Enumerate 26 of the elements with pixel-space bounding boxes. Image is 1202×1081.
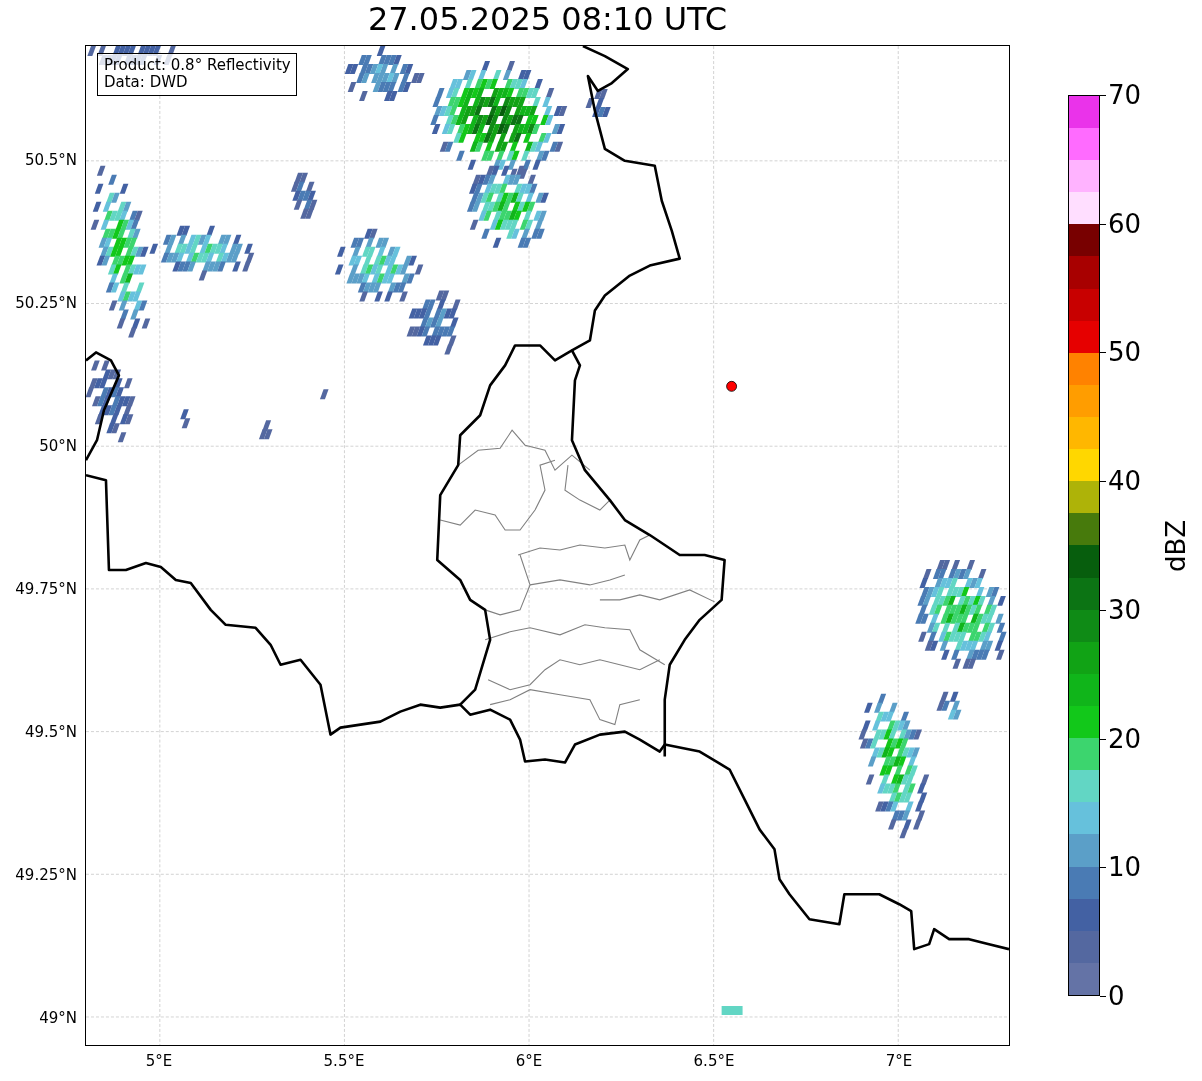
radar-site-marker xyxy=(726,380,737,392)
longitude-label: 7°E xyxy=(885,1052,913,1070)
latitude-label: 49.75°N xyxy=(15,580,77,598)
longitude-label: 6°E xyxy=(515,1052,543,1070)
latitude-label: 49°N xyxy=(39,1009,77,1027)
info-text: Data: DWD xyxy=(104,74,189,91)
info-text: Product: 0.8° Reflectivity xyxy=(104,57,291,74)
colorbar-label: dBZ xyxy=(1160,519,1191,572)
latitude-label: 50.5°N xyxy=(24,151,77,169)
colorbar-tick-label: 0 xyxy=(1107,983,1125,1009)
colorbar-tick-label: 70 xyxy=(1107,82,1142,108)
longitude-label: 6.5°E xyxy=(693,1052,735,1070)
chart-title: 27.05.2025 08:10 UTC xyxy=(366,0,729,40)
latitude-label: 50°N xyxy=(39,437,77,455)
longitude-label: 5.5°E xyxy=(323,1052,365,1070)
colorbar-tick-label: 20 xyxy=(1107,725,1142,752)
latitude-label: 49.25°N xyxy=(15,866,77,884)
latitude-label: 50.25°N xyxy=(15,294,77,312)
longitude-label: 5°E xyxy=(145,1052,173,1070)
radar-echo-patch xyxy=(721,1006,743,1015)
colorbar-tick-label: 30 xyxy=(1107,596,1142,623)
colorbar-tick-label: 60 xyxy=(1107,210,1142,237)
colorbar-tick-label: 10 xyxy=(1107,854,1142,881)
colorbar-tick-label: 50 xyxy=(1107,339,1142,366)
colorbar-tick-label: 40 xyxy=(1107,468,1142,495)
latitude-label: 49.5°N xyxy=(24,723,77,741)
